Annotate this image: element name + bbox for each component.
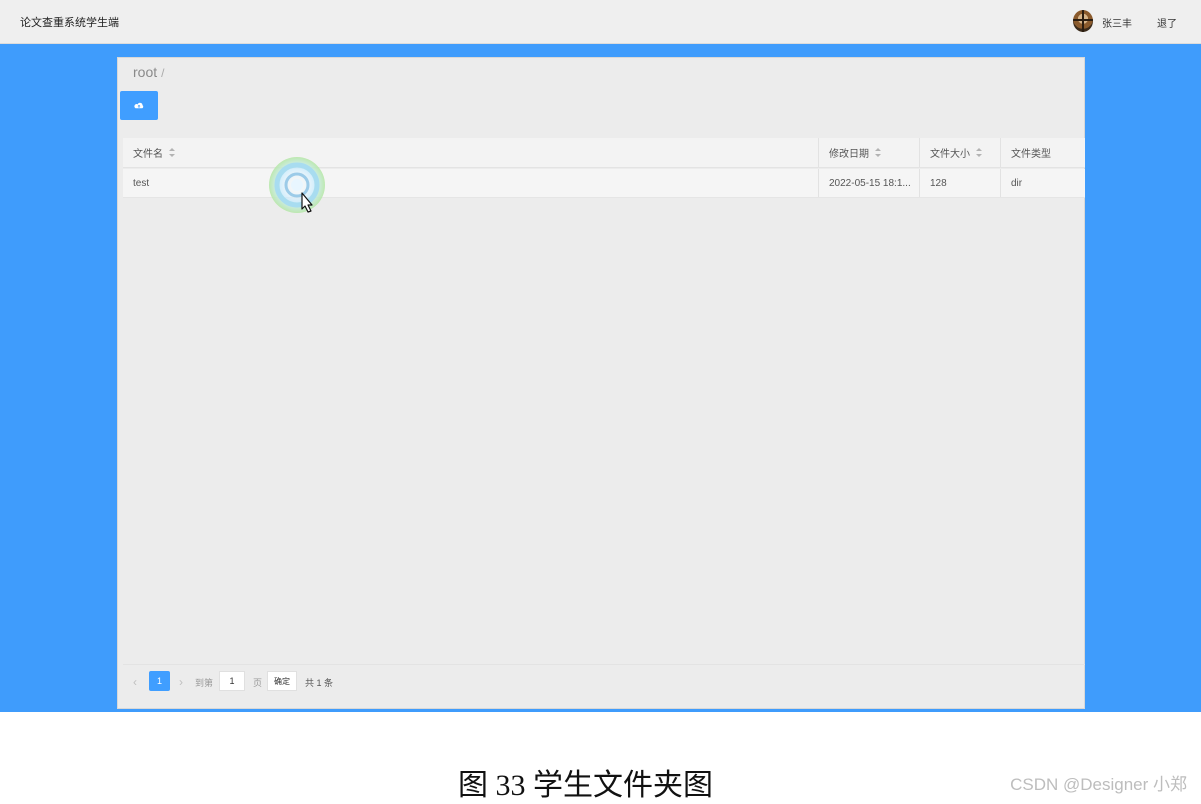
confirm-button[interactable]: 确定 (267, 671, 297, 691)
prev-page-button[interactable]: ‹ (133, 675, 137, 689)
total-count: 共 1 条 (305, 678, 334, 688)
user-name[interactable]: 张三丰 (1102, 15, 1132, 30)
column-header-label: 文件大小 (930, 149, 970, 160)
next-page-button[interactable]: › (179, 675, 183, 689)
sort-icon[interactable] (169, 148, 175, 157)
cell-file-type: dir (1000, 169, 1085, 197)
logout-link[interactable]: 退了 (1157, 15, 1177, 30)
top-bar: 论文查重系统学生端 张三丰 退了 (0, 0, 1201, 44)
goto-page-input[interactable] (219, 671, 245, 691)
app-title: 论文查重系统学生端 (20, 17, 119, 29)
column-header-date[interactable]: 修改日期 (818, 138, 919, 167)
cell-file-size: 128 (919, 169, 1000, 197)
pagination: ‹ 1 › 到第 页 确定 共 1 条 (123, 664, 1085, 698)
column-header-label: 修改日期 (829, 149, 869, 160)
figure-caption: 图 33 学生文件夹图 (458, 769, 713, 802)
cell-modified-date: 2022-05-15 18:1... (818, 169, 919, 197)
cell-file-name[interactable]: test (123, 169, 818, 197)
table-header: 文件名 修改日期 文件大小 文件类型 (123, 138, 1085, 168)
page-number-button[interactable]: 1 (149, 671, 170, 691)
sort-icon[interactable] (976, 148, 982, 157)
page-unit-label: 页 (253, 678, 263, 688)
table-row[interactable]: test 2022-05-15 18:1... 128 dir (123, 169, 1085, 198)
column-header-name[interactable]: 文件名 (123, 138, 818, 167)
breadcrumb: root / (133, 64, 164, 80)
sort-icon[interactable] (875, 148, 881, 157)
goto-label: 到第 (195, 678, 214, 688)
app-frame: 论文查重系统学生端 张三丰 退了 root / 文件名 修改日期 文件大小 文件… (0, 0, 1201, 712)
column-header-label: 文件名 (133, 149, 163, 160)
file-panel: root / 文件名 修改日期 文件大小 文件类型 test 2022-05-1… (117, 57, 1085, 709)
breadcrumb-root[interactable]: root (133, 64, 157, 80)
avatar[interactable] (1073, 10, 1093, 32)
column-header-label: 文件类型 (1011, 149, 1051, 160)
upload-button[interactable] (120, 91, 158, 120)
column-header-size[interactable]: 文件大小 (919, 138, 1000, 167)
breadcrumb-separator: / (161, 66, 165, 80)
watermark: CSDN @Designer 小郑 (1010, 775, 1187, 794)
cloud-upload-icon (134, 102, 144, 108)
column-header-type: 文件类型 (1000, 138, 1085, 167)
